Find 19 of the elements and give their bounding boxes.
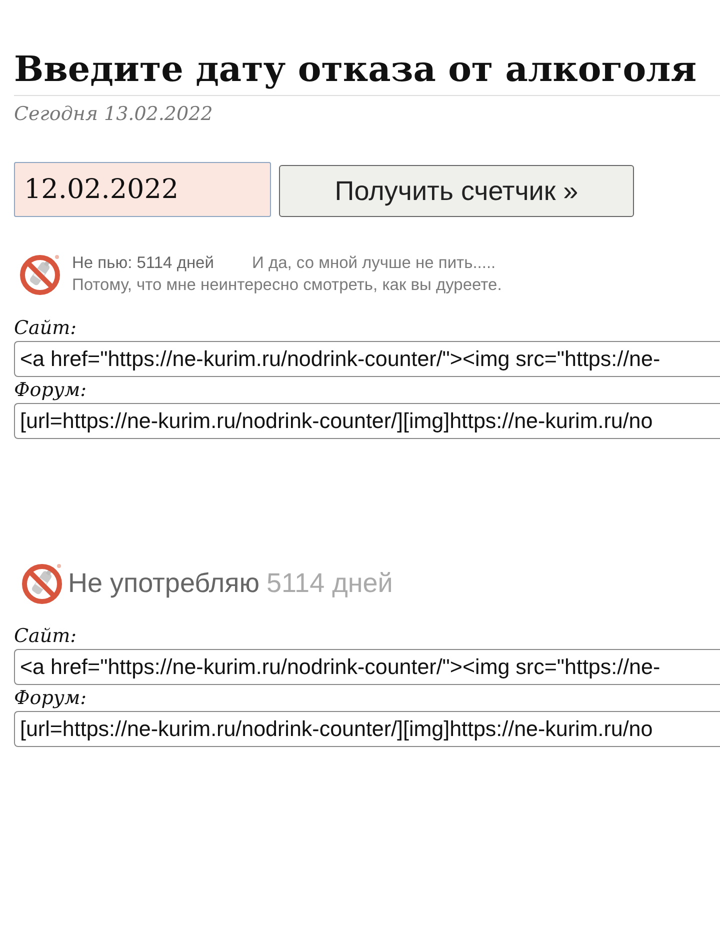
code-field[interactable]: <a href="https://ne-kurim.ru/nodrink-counter/"><img src="https://ne- [14,341,720,377]
code-label: Форум: [14,686,87,711]
date-field[interactable]: 12.02.2022 [14,162,271,217]
code-label: Сайт: [14,624,77,649]
today-date-text: Сегодня 13.02.2022 [14,102,213,126]
prohibition-sign-icon [20,561,64,605]
counter-lead-text: Не употребляю [68,568,260,598]
counter-days-text: Не пью: 5114 дней [72,253,215,274]
get-counter-button[interactable]: Получить счетчик » [279,165,634,217]
code-label: Сайт: [14,316,77,341]
counter-slogan-text: И да, со мной лучше не пить..... [252,253,496,274]
code-field[interactable]: [url=https://ne-kurim.ru/nodrink-counter/][img]https://ne-kurim.ru/no [14,711,720,747]
code-label: Форум: [14,378,87,403]
prohibition-sign-icon [18,252,62,296]
code-field[interactable]: <a href="https://ne-kurim.ru/nodrink-counter/"><img src="https://ne- [14,649,720,685]
counter-days-text: 5114 дней [266,568,393,598]
page-title: Введите дату отказа от алкоголя [14,46,720,96]
code-field[interactable]: [url=https://ne-kurim.ru/nodrink-counter/][img]https://ne-kurim.ru/no [14,403,720,439]
counter-caption-text: Потому, что мне неинтересно смотреть, как вы дуреете. [72,275,502,296]
